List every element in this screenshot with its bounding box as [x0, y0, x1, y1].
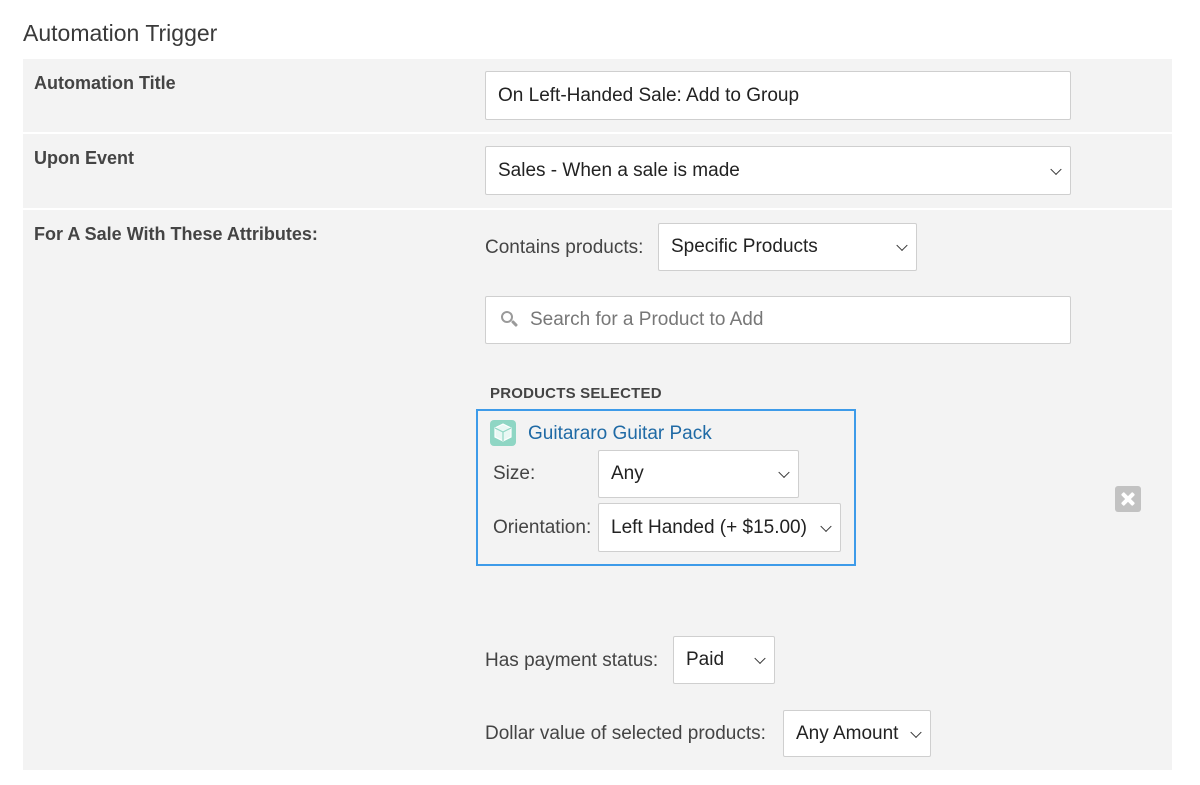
orientation-value: Left Handed (+ $15.00) — [611, 516, 807, 538]
products-selected-heading: PRODUCTS SELECTED — [490, 385, 662, 402]
product-name-link[interactable]: Guitararo Guitar Pack — [528, 423, 712, 445]
product-search-placeholder: Search for a Product to Add — [530, 309, 764, 330]
payment-status-label: Has payment status: — [485, 650, 659, 671]
orientation-label: Orientation: — [493, 517, 592, 538]
search-icon — [501, 311, 519, 329]
upon-event-label: Upon Event — [34, 148, 135, 168]
size-value: Any — [611, 463, 644, 484]
size-select[interactable]: Any — [598, 450, 799, 498]
remove-product-button[interactable] — [1115, 486, 1141, 512]
chevron-down-icon — [910, 726, 922, 738]
upon-event-select[interactable]: Sales - When a sale is made — [485, 146, 1071, 195]
contains-products-label: Contains products: — [485, 237, 644, 258]
chevron-down-icon — [778, 466, 790, 479]
dollar-value-select[interactable]: Any Amount — [783, 710, 931, 757]
page-title: Automation Trigger — [23, 20, 218, 46]
orientation-select[interactable]: Left Handed (+ $15.00) — [598, 503, 841, 552]
upon-event-row: Upon Event Sales - When a sale is made — [23, 134, 1172, 210]
automation-title-input[interactable]: On Left-Handed Sale: Add to Group — [485, 71, 1071, 120]
chevron-down-icon — [820, 520, 832, 532]
sale-attributes-label: For A Sale With These Attributes: — [34, 224, 318, 244]
upon-event-value: Sales - When a sale is made — [498, 159, 740, 181]
payment-status-value: Paid — [686, 649, 725, 670]
contains-products-value: Specific Products — [671, 236, 818, 257]
contains-products-select[interactable]: Specific Products — [658, 223, 917, 271]
automation-title-row: Automation Title On Left-Handed Sale: Ad… — [23, 59, 1172, 134]
dollar-value-value: Any Amount — [796, 722, 899, 744]
automation-title-label: Automation Title — [34, 73, 176, 93]
chevron-down-icon — [1050, 163, 1062, 175]
size-label: Size: — [493, 463, 536, 484]
dollar-value-label: Dollar value of selected products: — [485, 723, 766, 744]
product-search-input[interactable]: Search for a Product to Add — [485, 296, 1071, 344]
product-box-icon — [490, 420, 516, 446]
payment-status-select[interactable]: Paid — [673, 636, 775, 684]
chevron-down-icon — [896, 239, 908, 252]
selected-product-card: Guitararo Guitar Pack Size: Any Orientat… — [476, 409, 856, 566]
chevron-down-icon — [754, 652, 766, 665]
